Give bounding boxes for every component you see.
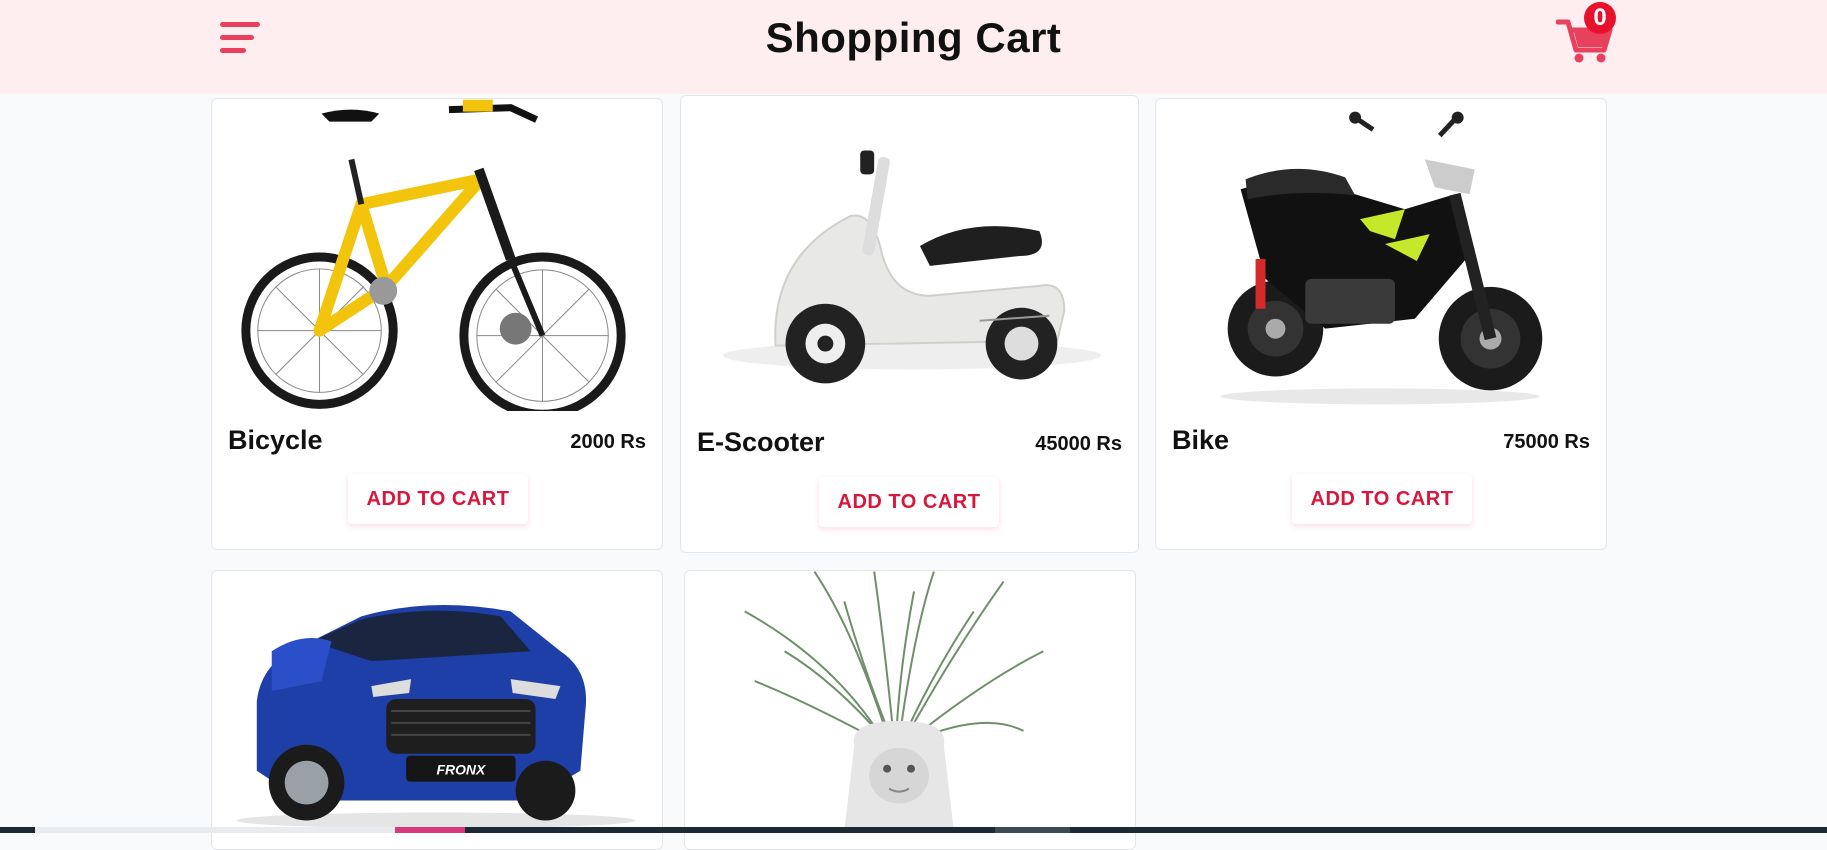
product-price: 75000 Rs <box>1503 431 1590 453</box>
product-name: Bike <box>1172 425 1230 455</box>
app-header: Shopping Cart 0 <box>0 0 1827 94</box>
motorcycle-image <box>1156 99 1606 411</box>
product-card-car: FRONX <box>211 570 663 850</box>
product-card-bike: Bike 75000 Rs ADD TO CART <box>1155 98 1607 550</box>
product-card-e-scooter: E-Scooter 45000 Rs ADD TO CART <box>680 95 1139 553</box>
product-name: E-Scooter <box>697 427 825 457</box>
e-scooter-image <box>681 96 1138 406</box>
add-to-cart-button[interactable]: ADD TO CART <box>348 474 528 524</box>
product-price: 45000 Rs <box>1035 433 1122 455</box>
bicycle-image <box>212 99 662 411</box>
car-badge-text: FRONX <box>437 762 486 778</box>
product-card-bicycle: Bicycle 2000 Rs ADD TO CART <box>211 98 663 550</box>
product-card-planter <box>684 570 1136 850</box>
add-to-cart-button[interactable]: ADD TO CART <box>1292 474 1472 524</box>
product-name: Bicycle <box>228 425 323 455</box>
gorilla-planter-image <box>685 571 1135 831</box>
add-to-cart-button[interactable]: ADD TO CART <box>819 477 999 527</box>
taskbar-strip <box>0 827 1827 833</box>
page-title: Shopping Cart <box>765 14 1062 61</box>
car-image: FRONX <box>212 571 662 831</box>
product-price: 2000 Rs <box>570 431 646 453</box>
cart-count-badge: 0 <box>1584 2 1616 34</box>
